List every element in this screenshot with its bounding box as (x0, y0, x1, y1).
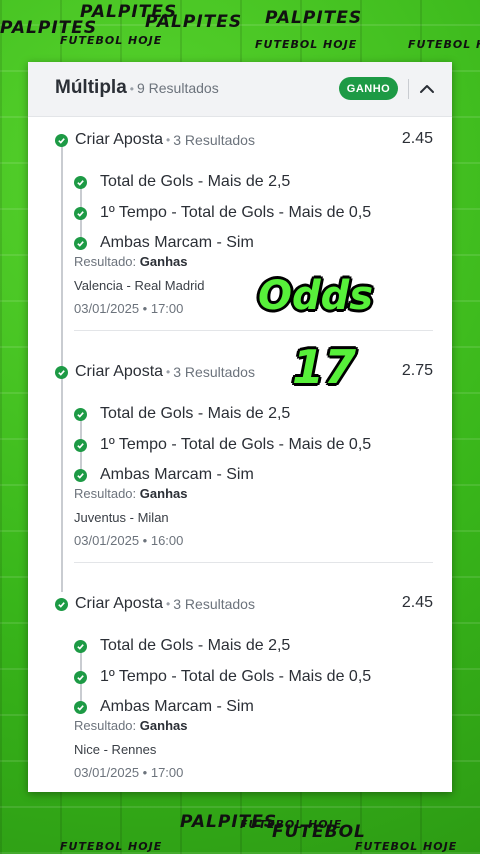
watermark-text: PALPITES (145, 12, 243, 32)
result-line: Resultado: Ganhas (74, 254, 187, 269)
match-datetime: 03/01/2025 • 16:00 (74, 533, 184, 548)
result-value: Ganhas (139, 718, 188, 733)
watermark-text: FUTEBOL HOJE (408, 38, 480, 51)
selection-item: 1º Tempo - Total de Gols - Mais de 0,5 (74, 436, 371, 454)
check-icon (74, 700, 87, 714)
selection-label: Ambas Marcam - Sim (100, 234, 254, 251)
section-divider (74, 330, 433, 331)
status-badge: GANHO (339, 77, 398, 100)
bet-title: Criar Aposta (75, 363, 164, 380)
watermark-text: FUTEBOL HOJE (255, 38, 358, 51)
odds-overlay-value: 17 (292, 340, 357, 394)
odds-overlay-label: Odds (258, 273, 374, 319)
watermark-text: PALPITES (180, 812, 278, 832)
watermark-text: PALPITES (265, 8, 363, 28)
selection-item: Ambas Marcam - Sim (74, 234, 254, 252)
check-icon (74, 438, 87, 452)
check-icon (55, 597, 68, 611)
bet-odd: 2.45 (401, 130, 433, 147)
result-label: Resultado: (74, 718, 137, 733)
watermark-text: FUTEBOL HOJE (60, 34, 163, 47)
bet-results-count: 3 Resultados (173, 596, 255, 612)
card-title: Múltipla (55, 77, 127, 98)
bet-odd: 2.45 (401, 594, 433, 611)
selection-item: Ambas Marcam - Sim (74, 698, 254, 716)
selection-label: Total de Gols - Mais de 2,5 (100, 405, 291, 422)
selection-label: Total de Gols - Mais de 2,5 (100, 173, 291, 190)
header-divider (408, 79, 409, 99)
check-icon (55, 365, 68, 379)
match-datetime: 03/01/2025 • 17:00 (74, 765, 184, 780)
result-value: Ganhas (139, 486, 188, 501)
match-name: Juventus - Milan (74, 510, 169, 525)
bet-results-count: 3 Resultados (173, 132, 255, 148)
match-name: Nice - Rennes (74, 742, 157, 757)
result-value: Ganhas (139, 254, 188, 269)
selection-item: Total de Gols - Mais de 2,5 (74, 173, 290, 191)
check-icon (74, 670, 87, 684)
check-icon (74, 468, 87, 482)
selection-label: 1º Tempo - Total de Gols - Mais de 0,5 (100, 668, 372, 685)
bet-title: Criar Aposta (75, 595, 164, 612)
result-label: Resultado: (74, 486, 137, 501)
results-count: 9 Resultados (136, 80, 219, 96)
card-header[interactable]: Múltipla • 9 Resultados GANHO (28, 62, 452, 117)
section-divider (74, 562, 433, 563)
selection-item: Ambas Marcam - Sim (74, 466, 254, 484)
check-icon (74, 206, 87, 220)
check-icon (74, 175, 87, 189)
separator-dot: • (166, 365, 171, 379)
selection-label: 1º Tempo - Total de Gols - Mais de 0,5 (100, 204, 372, 221)
selection-item: Total de Gols - Mais de 2,5 (74, 405, 290, 423)
chevron-up-icon[interactable] (417, 79, 437, 99)
match-name: Valencia - Real Madrid (74, 278, 205, 293)
selection-label: Total de Gols - Mais de 2,5 (100, 637, 291, 654)
selection-item: 1º Tempo - Total de Gols - Mais de 0,5 (74, 668, 371, 686)
check-icon (74, 639, 87, 653)
multiple-bet-card: Múltipla • 9 Resultados GANHO Criar Apos… (28, 62, 452, 792)
selection-label: Ambas Marcam - Sim (100, 698, 254, 715)
result-label: Resultado: (74, 254, 137, 269)
separator-dot: • (166, 597, 171, 611)
result-line: Resultado: Ganhas (74, 718, 187, 733)
separator-dot: • (166, 133, 171, 147)
selection-label: Ambas Marcam - Sim (100, 466, 254, 483)
selection-item: Total de Gols - Mais de 2,5 (74, 637, 290, 655)
match-datetime: 03/01/2025 • 17:00 (74, 301, 184, 316)
watermark-text: FUTEBOL (272, 822, 366, 842)
check-icon (55, 133, 68, 147)
selection-item: 1º Tempo - Total de Gols - Mais de 0,5 (74, 204, 371, 222)
watermark-text: FUTEBOL HOJE (355, 840, 458, 853)
bet-odd: 2.75 (401, 362, 433, 379)
result-line: Resultado: Ganhas (74, 486, 187, 501)
check-icon (74, 407, 87, 421)
separator-dot: • (129, 82, 134, 96)
selection-label: 1º Tempo - Total de Gols - Mais de 0,5 (100, 436, 372, 453)
watermark-text: FUTEBOL HOJE (60, 840, 163, 853)
bet-results-count: 3 Resultados (173, 364, 255, 380)
bet-title: Criar Aposta (75, 131, 164, 148)
check-icon (74, 236, 87, 250)
